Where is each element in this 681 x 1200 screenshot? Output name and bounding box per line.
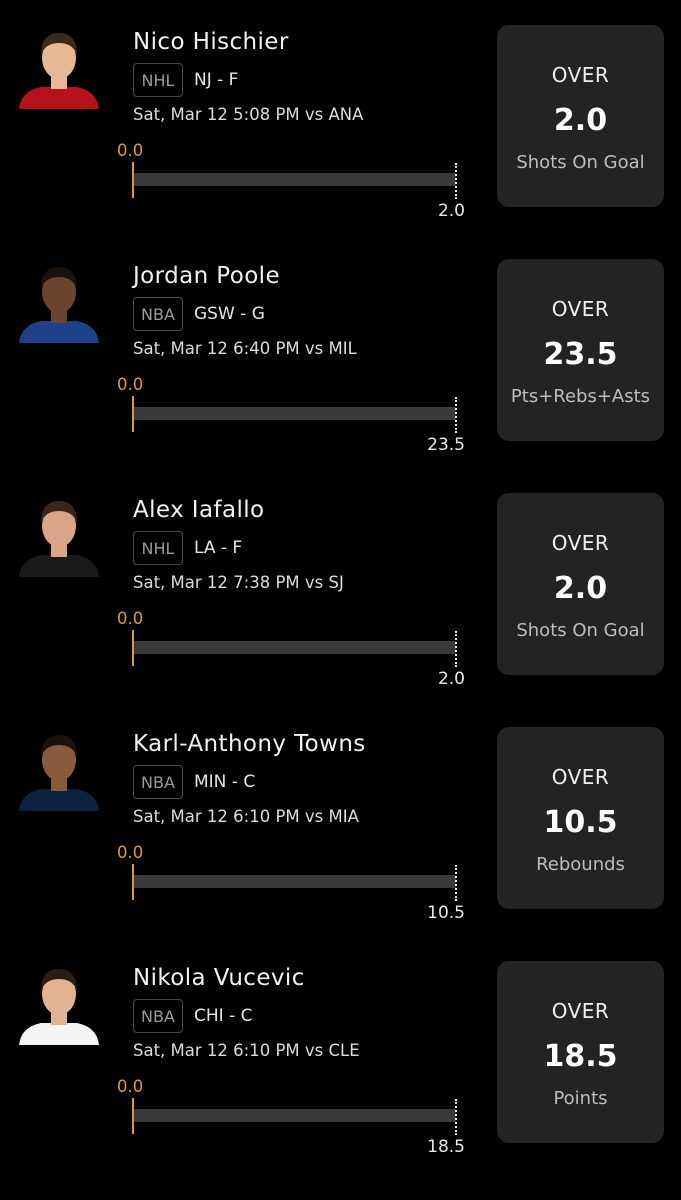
- league-badge: NHL: [133, 63, 183, 97]
- player-headshot-icon: [17, 961, 101, 1045]
- progress-start-label: 0.0: [117, 375, 144, 394]
- direction-label: OVER: [551, 297, 610, 321]
- progress-track: [134, 875, 456, 888]
- line-value: 2.0: [553, 571, 608, 606]
- direction-label: OVER: [551, 765, 610, 789]
- game-time: Sat, Mar 12 6:10 PM vs MIA: [133, 807, 359, 826]
- progress-track: [134, 1109, 456, 1122]
- projection-card[interactable]: OVER 2.0 Shots On Goal: [497, 493, 664, 675]
- player-headshot-icon: [17, 259, 101, 343]
- stat-type: Rebounds: [536, 854, 625, 875]
- direction-label: OVER: [551, 63, 610, 87]
- progress-target-label: 18.5: [427, 1137, 465, 1157]
- team-position: GSW - G: [194, 304, 265, 324]
- stat-type: Points: [553, 1088, 608, 1109]
- stat-type: Shots On Goal: [516, 152, 645, 173]
- game-time: Sat, Mar 12 5:08 PM vs ANA: [133, 105, 364, 124]
- pick-row-2[interactable]: Jordan Poole NBA GSW - G Sat, Mar 12 6:4…: [0, 259, 681, 493]
- stat-type: Pts+Rebs+Asts: [510, 386, 651, 407]
- player-name: Karl-Anthony Towns: [133, 731, 366, 757]
- team-position: MIN - C: [194, 772, 256, 792]
- progress-start-label: 0.0: [117, 141, 144, 160]
- progress-target-label: 2.0: [437, 669, 465, 689]
- player-headshot-icon: [17, 25, 101, 109]
- team-position: NJ - F: [194, 70, 239, 90]
- game-time: Sat, Mar 12 6:10 PM vs CLE: [133, 1041, 360, 1060]
- line-value: 23.5: [543, 337, 618, 372]
- progress-target-label: 10.5: [427, 903, 465, 923]
- player-name: Nikola Vucevic: [133, 965, 305, 991]
- progress-target-marker: [455, 397, 457, 433]
- progress-start-label: 0.0: [117, 843, 144, 862]
- progress-target-label: 23.5: [427, 435, 465, 455]
- stat-type: Shots On Goal: [516, 620, 645, 641]
- projection-card[interactable]: OVER 2.0 Shots On Goal: [497, 25, 664, 207]
- league-badge: NHL: [133, 531, 183, 565]
- projection-card[interactable]: OVER 18.5 Points: [497, 961, 664, 1143]
- progress-track: [134, 641, 456, 654]
- team-position: CHI - C: [194, 1006, 253, 1026]
- progress-start-label: 0.0: [117, 1077, 144, 1096]
- league-badge: NBA: [133, 297, 183, 331]
- progress-start-label: 0.0: [117, 609, 144, 628]
- player-name: Alex Iafallo: [133, 497, 265, 523]
- line-value: 18.5: [543, 1039, 618, 1074]
- progress-track: [134, 407, 456, 420]
- pick-row-1[interactable]: Nico Hischier NHL NJ - F Sat, Mar 12 5:0…: [0, 25, 681, 259]
- progress-track: [134, 173, 456, 186]
- projection-card[interactable]: OVER 10.5 Rebounds: [497, 727, 664, 909]
- progress-target-marker: [455, 163, 457, 199]
- pick-row-3[interactable]: Alex Iafallo NHL LA - F Sat, Mar 12 7:38…: [0, 493, 681, 727]
- pick-row-5[interactable]: Nikola Vucevic NBA CHI - C Sat, Mar 12 6…: [0, 961, 681, 1195]
- player-headshot-icon: [17, 493, 101, 577]
- projection-card[interactable]: OVER 23.5 Pts+Rebs+Asts: [497, 259, 664, 441]
- game-time: Sat, Mar 12 7:38 PM vs SJ: [133, 573, 344, 592]
- league-badge: NBA: [133, 999, 183, 1033]
- line-value: 10.5: [543, 805, 618, 840]
- line-value: 2.0: [553, 103, 608, 138]
- player-name: Jordan Poole: [133, 263, 281, 289]
- league-badge: NBA: [133, 765, 183, 799]
- game-time: Sat, Mar 12 6:40 PM vs MIL: [133, 339, 357, 358]
- player-headshot-icon: [17, 727, 101, 811]
- player-name: Nico Hischier: [133, 29, 289, 55]
- progress-target-marker: [455, 631, 457, 667]
- team-position: LA - F: [194, 538, 243, 558]
- pick-row-4[interactable]: Karl-Anthony Towns NBA MIN - C Sat, Mar …: [0, 727, 681, 961]
- direction-label: OVER: [551, 531, 610, 555]
- direction-label: OVER: [551, 999, 610, 1023]
- progress-target-marker: [455, 865, 457, 901]
- progress-target-marker: [455, 1099, 457, 1135]
- progress-target-label: 2.0: [437, 201, 465, 221]
